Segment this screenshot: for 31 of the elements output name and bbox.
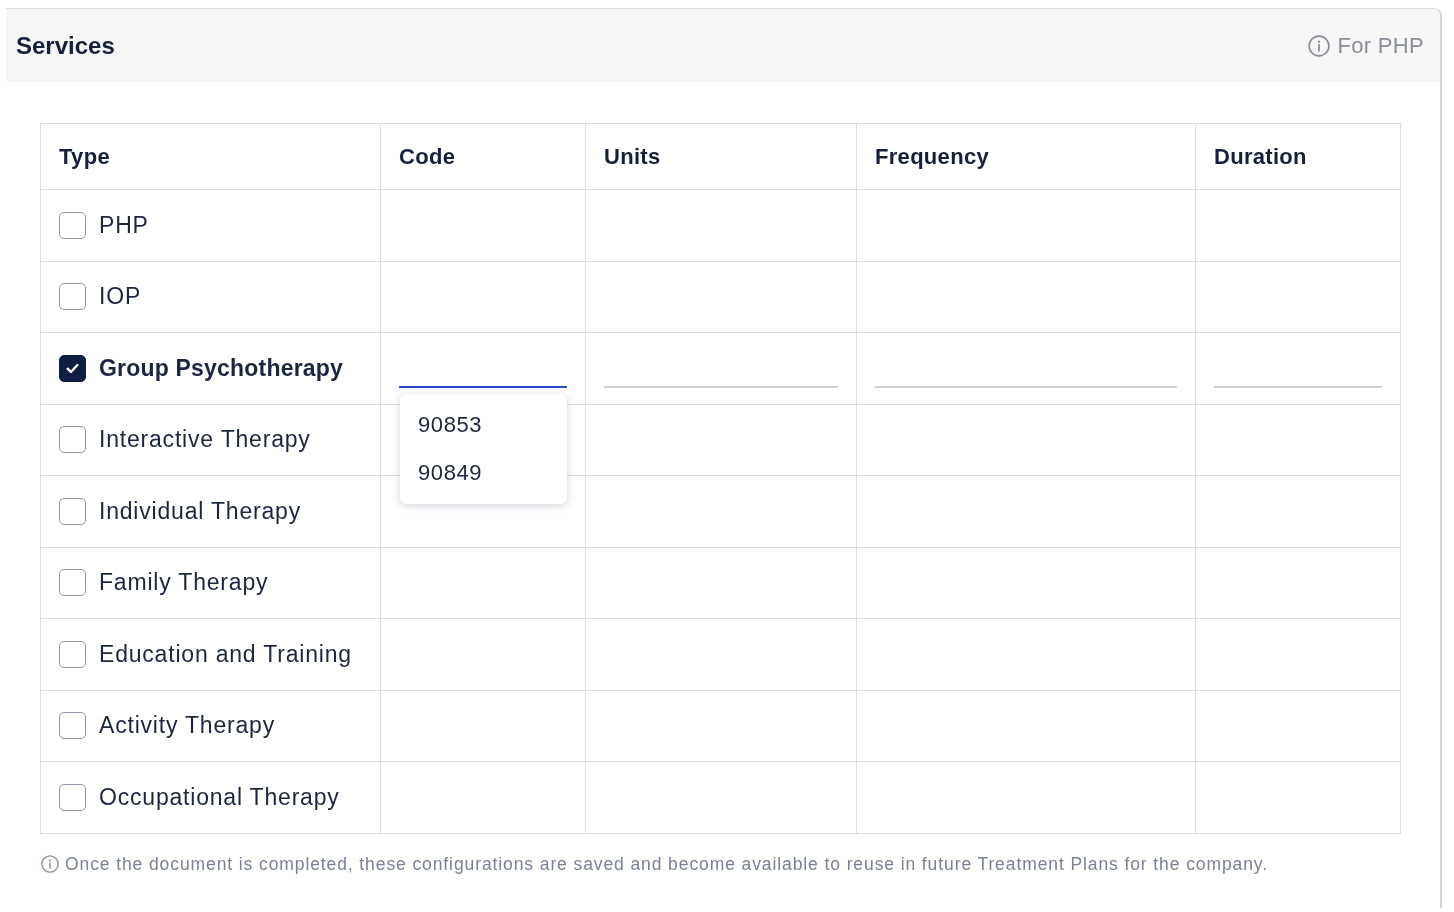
checkbox[interactable] (59, 569, 86, 597)
service-label: Activity Therapy (99, 712, 275, 740)
dropdown-option[interactable]: 90853 (400, 401, 567, 450)
check-icon (66, 362, 79, 374)
service-label: Group Psychotherapy (99, 354, 344, 382)
info-icon (41, 855, 59, 873)
service-label: Occupational Therapy (99, 783, 340, 811)
checkbox[interactable] (59, 426, 86, 454)
checkbox[interactable] (59, 283, 86, 311)
column-header: Units (585, 123, 857, 190)
column-header: Type (40, 123, 381, 190)
checkbox[interactable] (59, 211, 86, 239)
footnote-text: Once the document is completed, these configurations are saved and become available to reuse in future Treatment Plans for the company. (65, 853, 1268, 875)
checkbox[interactable] (59, 712, 86, 740)
column-header: Frequency (856, 123, 1196, 190)
service-label: IOP (99, 283, 142, 311)
service-label: Family Therapy (99, 569, 269, 597)
checkbox[interactable] (59, 783, 86, 811)
checkbox[interactable] (59, 640, 86, 668)
card-title: Services (16, 31, 115, 60)
service-label: Education and Training (99, 640, 352, 668)
column-header: Duration (1195, 123, 1401, 190)
checkbox[interactable] (59, 497, 86, 525)
service-label: Interactive Therapy (99, 426, 311, 454)
checkbox[interactable] (59, 354, 86, 382)
info-icon (1307, 34, 1330, 57)
column-header: Code (380, 123, 586, 190)
dropdown-option[interactable]: 90849 (400, 449, 567, 498)
service-label: PHP (99, 211, 149, 239)
service-label: Individual Therapy (99, 497, 301, 525)
note-text: For PHP (1337, 32, 1424, 59)
